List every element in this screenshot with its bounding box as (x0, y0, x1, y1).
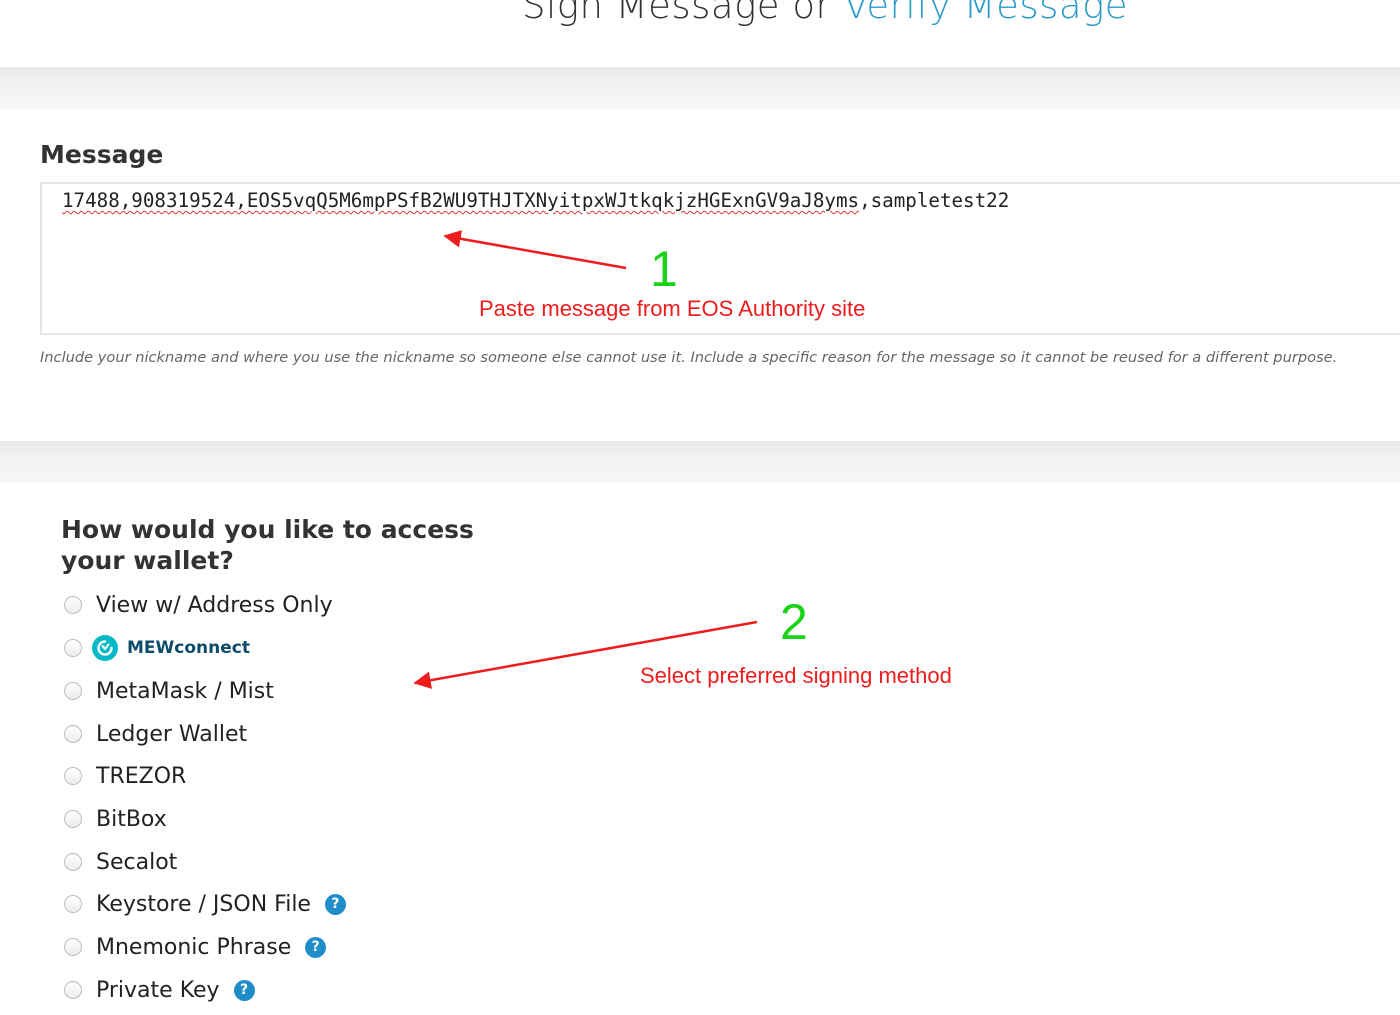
annotation-step2-text: Select preferred signing method (640, 663, 952, 688)
annotation-arrows (413, 230, 758, 689)
annotation-step2-number: 2 (780, 594, 808, 650)
annotation-step1-text: Paste message from EOS Authority site (479, 296, 866, 321)
arrow-step1 (443, 230, 627, 270)
annotation-step1-number: 1 (650, 241, 678, 297)
